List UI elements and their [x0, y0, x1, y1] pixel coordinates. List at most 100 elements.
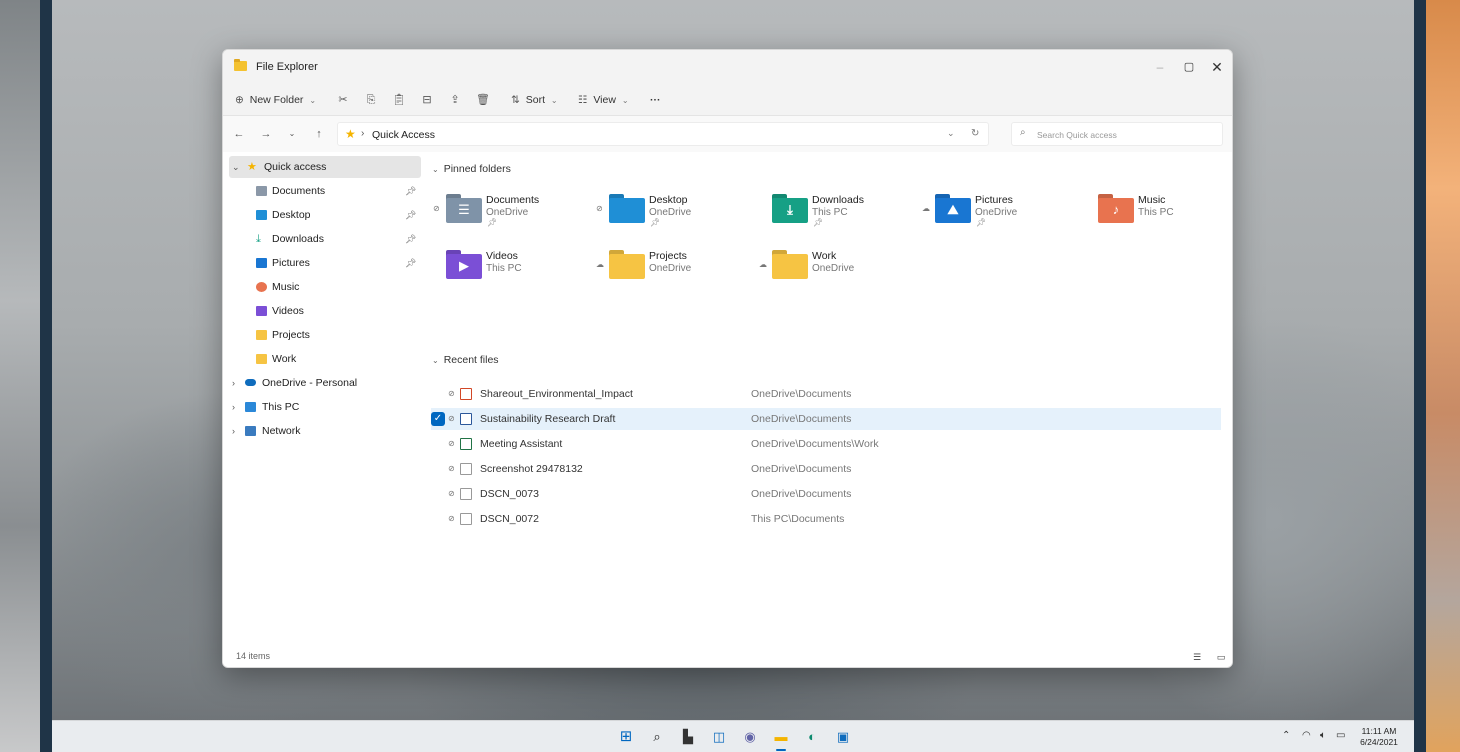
recent-file-row-selected[interactable]: ✓ ⊘ Sustainability Research Draft OneDri… — [431, 408, 1221, 430]
sort-label: Sort — [525, 94, 545, 106]
forward-arrow-icon[interactable]: → — [258, 126, 274, 142]
up-arrow-icon[interactable]: ↑ — [311, 126, 327, 142]
sidebar-item-downloads[interactable]: ⤓ Downloads 📌︎ — [229, 228, 421, 250]
sync-status-icon: ⊘ — [448, 489, 455, 498]
back-arrow-icon[interactable]: ← — [231, 126, 247, 142]
documents-folder-icon: ☰ — [446, 194, 482, 224]
chevron-down-icon: ⌄ — [621, 96, 629, 105]
view-button[interactable]: ☷ View ⌄ — [578, 91, 629, 109]
chevron-right-icon[interactable]: › — [232, 372, 235, 394]
start-button-icon[interactable]: ⊞ — [616, 727, 636, 747]
desktop-folder-icon — [609, 194, 645, 224]
content-pane: ⌄ Pinned folders ⊘ ☰ Documents OneDrive 📌… — [423, 152, 1232, 642]
sidebar-item-desktop[interactable]: Desktop 📌︎ — [229, 204, 421, 226]
pinned-folder-documents[interactable]: ⊘ ☰ Documents OneDrive 📌︎ — [433, 192, 593, 232]
folder-name: Pictures — [975, 194, 1013, 206]
sidebar-item-music[interactable]: Music — [229, 276, 421, 298]
recent-files-header[interactable]: ⌄ Recent files — [432, 354, 499, 366]
file-name: Shareout_Environmental_Impact — [480, 388, 633, 400]
copy-icon[interactable]: ⎘ — [362, 91, 380, 109]
clock-time: 11:11 AM — [1361, 726, 1397, 736]
sync-status-icon: ⊘ — [433, 204, 440, 213]
minimize-button[interactable]: – — [1149, 58, 1171, 76]
maximize-button[interactable]: ▢ — [1178, 58, 1200, 76]
folder-icon — [234, 59, 247, 71]
recent-file-row[interactable]: ⊘ DSCN_0072 This PC\Documents — [431, 508, 1221, 530]
sidebar-item-pictures[interactable]: Pictures 📌︎ — [229, 252, 421, 274]
folder-name: Documents — [486, 194, 540, 206]
recent-file-row[interactable]: ⊘ Screenshot 29478132 OneDrive\Documents — [431, 458, 1221, 480]
recent-file-row[interactable]: ⊘ Meeting Assistant OneDrive\Documents\W… — [431, 433, 1221, 455]
folder-name: Downloads — [812, 194, 864, 206]
search-icon[interactable]: ⌕ — [647, 727, 667, 747]
image-file-icon — [460, 513, 472, 525]
sidebar-item-work[interactable]: Work — [229, 348, 421, 370]
sync-status-icon: ⊘ — [448, 439, 455, 448]
pinned-folder-music[interactable]: ♪ Music This PC — [1085, 192, 1232, 232]
sidebar-item-videos[interactable]: Videos — [229, 300, 421, 322]
wifi-icon[interactable]: ◠ — [1302, 730, 1311, 741]
delete-icon[interactable]: 🗑︎ — [474, 91, 492, 109]
recent-file-row[interactable]: ⊘ DSCN_0073 OneDrive\Documents — [431, 483, 1221, 505]
paste-icon[interactable]: 📋︎ — [390, 91, 408, 109]
clock-date: 6/24/2021 — [1360, 737, 1398, 747]
chevron-right-icon[interactable]: › — [232, 396, 235, 418]
recent-locations-chevron-icon[interactable]: ⌄ — [284, 126, 300, 142]
edge-icon[interactable]: ◐ — [802, 727, 822, 747]
chevron-right-icon[interactable]: › — [232, 420, 235, 442]
downloads-folder-icon: ⤓ — [772, 194, 808, 224]
widgets-icon[interactable]: ◫ — [709, 727, 729, 747]
folder-location: OneDrive — [649, 207, 692, 218]
volume-icon[interactable]: 🔈︎ — [1320, 730, 1326, 741]
chevron-down-icon[interactable]: ⌄ — [232, 156, 240, 178]
rename-icon[interactable]: ⊟ — [418, 91, 436, 109]
search-input[interactable]: ⌕ Search Quick access — [1011, 122, 1223, 146]
checkbox-checked-icon[interactable]: ✓ — [431, 412, 445, 426]
title-bar: File Explorer – ▢ ✕ — [223, 50, 1232, 84]
more-options-button[interactable]: ··· — [650, 91, 661, 109]
share-icon[interactable]: ⇪ — [446, 91, 464, 109]
file-path: OneDrive\Documents — [751, 388, 852, 400]
pinned-folder-downloads[interactable]: ⤓ Downloads This PC 📌︎ — [759, 192, 919, 232]
pinned-folders-header[interactable]: ⌄ Pinned folders — [432, 163, 511, 175]
sidebar-item-network[interactable]: › Network — [229, 420, 421, 442]
pdf-file-icon — [460, 388, 472, 400]
chat-icon[interactable]: ◉ — [740, 727, 760, 747]
pinned-folder-desktop[interactable]: ⊘ Desktop OneDrive 📌︎ — [596, 192, 756, 232]
sidebar-item-onedrive[interactable]: › OneDrive - Personal — [229, 372, 421, 394]
refresh-icon[interactable]: ↻ — [971, 128, 979, 139]
details-view-icon[interactable]: ☰ — [1190, 650, 1204, 664]
pinned-folder-projects[interactable]: ☁ Projects OneDrive — [596, 248, 756, 288]
recent-file-row[interactable]: ⊘ Shareout_Environmental_Impact OneDrive… — [431, 383, 1221, 405]
chevron-up-icon[interactable]: ⌃ — [1282, 730, 1290, 741]
sort-button[interactable]: ⇅ Sort ⌄ — [511, 91, 558, 109]
chevron-down-icon[interactable]: ⌄ — [947, 128, 955, 139]
task-view-icon[interactable]: ▙ — [678, 727, 698, 747]
projects-folder-icon — [609, 250, 645, 280]
close-button[interactable]: ✕ — [1206, 58, 1228, 76]
documents-icon — [256, 186, 267, 196]
cut-icon[interactable]: ✂ — [334, 91, 352, 109]
sidebar-item-quick-access[interactable]: ⌄ ★ Quick access — [229, 156, 421, 178]
file-name: Meeting Assistant — [480, 438, 563, 450]
pictures-folder-icon: ⛰ — [935, 194, 971, 224]
tiles-view-icon[interactable]: ▭ — [1214, 650, 1228, 664]
sidebar-item-documents[interactable]: Documents 📌︎ — [229, 180, 421, 202]
battery-icon[interactable]: ▭ — [1336, 730, 1345, 741]
chevron-right-icon: › — [361, 128, 365, 139]
sort-icon: ⇅ — [511, 94, 520, 106]
sidebar-item-projects[interactable]: Projects — [229, 324, 421, 346]
pinned-folder-pictures[interactable]: ☁ ⛰ Pictures OneDrive 📌︎ — [922, 192, 1082, 232]
clock[interactable]: 11:11 AM 6/24/2021 — [1354, 726, 1404, 748]
store-icon[interactable]: ▣ — [833, 727, 853, 747]
pinned-folder-work[interactable]: ☁ Work OneDrive — [759, 248, 919, 288]
path-box[interactable]: ★ › Quick Access ⌄ — [337, 122, 989, 146]
pinned-folder-videos[interactable]: ▶ Videos This PC — [433, 248, 593, 288]
sidebar-item-this-pc[interactable]: › This PC — [229, 396, 421, 418]
cloud-icon: ☁ — [922, 204, 930, 213]
videos-folder-icon: ▶ — [446, 250, 482, 280]
file-explorer-icon[interactable]: ▬ — [771, 727, 791, 747]
image-file-icon — [460, 463, 472, 475]
new-folder-button[interactable]: ⊕ New Folder ⌄ — [235, 91, 316, 109]
chevron-down-icon: ⌄ — [432, 356, 439, 365]
